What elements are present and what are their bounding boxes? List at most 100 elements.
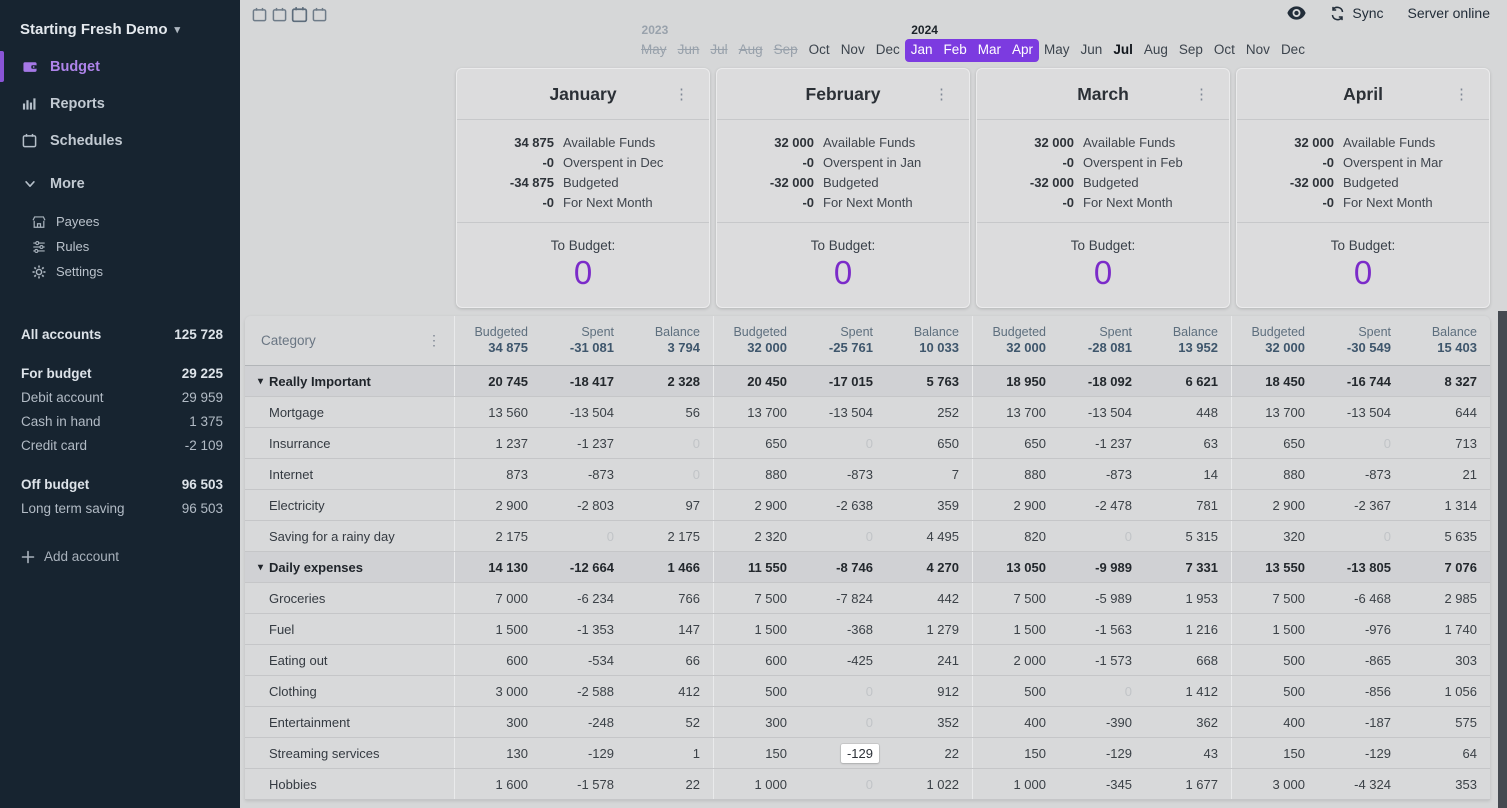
budget-cell[interactable]: -16 744: [1318, 366, 1404, 396]
budget-cell[interactable]: -368: [800, 614, 886, 644]
category-name[interactable]: Hobbies: [245, 769, 455, 799]
balance-header[interactable]: Balance13 952: [1145, 316, 1231, 365]
budget-cell[interactable]: 22: [627, 769, 713, 799]
budget-cell[interactable]: 7 500: [714, 583, 800, 613]
budget-cell[interactable]: -187: [1318, 707, 1404, 737]
budget-cell[interactable]: 0: [800, 769, 886, 799]
spent-header[interactable]: Spent-30 549: [1318, 316, 1404, 365]
budget-cell[interactable]: -856: [1318, 676, 1404, 706]
budgeted-header[interactable]: Budgeted32 000: [973, 316, 1059, 365]
budget-cell[interactable]: -18 092: [1059, 366, 1145, 396]
budget-cell[interactable]: 766: [627, 583, 713, 613]
budget-cell[interactable]: 7 076: [1404, 552, 1490, 582]
budget-cell[interactable]: 1 500: [455, 614, 541, 644]
budget-cell[interactable]: 64: [1404, 738, 1490, 768]
budget-cell[interactable]: 13 700: [973, 397, 1059, 427]
budget-cell[interactable]: -1 578: [541, 769, 627, 799]
budget-cell[interactable]: 7 500: [1232, 583, 1318, 613]
budget-cell[interactable]: 2 900: [714, 490, 800, 520]
budget-cell[interactable]: -1 237: [541, 428, 627, 458]
budget-cell[interactable]: 5 635: [1404, 521, 1490, 551]
budget-cell[interactable]: 43: [1145, 738, 1231, 768]
budget-cell[interactable]: 0: [800, 521, 886, 551]
budget-cell[interactable]: -1 573: [1059, 645, 1145, 675]
budget-cell[interactable]: -1 563: [1059, 614, 1145, 644]
budget-cell[interactable]: 56: [627, 397, 713, 427]
budget-cell[interactable]: 0: [1059, 676, 1145, 706]
month-nav-jun-1[interactable]: Jun: [672, 39, 705, 62]
month-nav-oct-5[interactable]: Oct: [803, 39, 835, 62]
budget-cell[interactable]: 0: [1059, 521, 1145, 551]
month-nav-sep-16[interactable]: Sep: [1173, 39, 1208, 62]
budget-cell[interactable]: 1 056: [1404, 676, 1490, 706]
account-row[interactable]: Credit card-2 109: [0, 433, 240, 457]
balance-header[interactable]: Balance10 033: [886, 316, 972, 365]
budget-cell[interactable]: -13 504: [800, 397, 886, 427]
budget-cell[interactable]: 1 412: [1145, 676, 1231, 706]
kebab-menu-icon[interactable]: ⋮: [934, 85, 949, 103]
budget-cell[interactable]: 1 953: [1145, 583, 1231, 613]
category-name[interactable]: Fuel: [245, 614, 455, 644]
sidebar-item-payees[interactable]: Payees: [0, 209, 240, 234]
add-account-button[interactable]: Add account: [0, 549, 240, 564]
budget-cell[interactable]: 0: [627, 459, 713, 489]
budget-cell[interactable]: 13 700: [1232, 397, 1318, 427]
to-budget-amount[interactable]: 0: [834, 256, 852, 289]
budget-cell[interactable]: 252: [886, 397, 972, 427]
account-group-header[interactable]: For budget29 225: [0, 361, 240, 385]
budget-cell[interactable]: 2 320: [714, 521, 800, 551]
budget-cell[interactable]: -2 588: [541, 676, 627, 706]
budget-cell[interactable]: -9 989: [1059, 552, 1145, 582]
budget-cell[interactable]: 500: [973, 676, 1059, 706]
budget-cell[interactable]: -2 638: [800, 490, 886, 520]
budget-cell[interactable]: 1 000: [714, 769, 800, 799]
kebab-menu-icon[interactable]: ⋮: [1454, 85, 1469, 103]
server-status-button[interactable]: Server online: [1408, 5, 1491, 21]
budget-cell[interactable]: -248: [541, 707, 627, 737]
budget-cell[interactable]: 150: [714, 738, 800, 768]
budget-cell[interactable]: 2 985: [1404, 583, 1490, 613]
budget-cell[interactable]: 20 450: [714, 366, 800, 396]
budget-cell[interactable]: 1 500: [1232, 614, 1318, 644]
month-nav-aug-15[interactable]: Aug: [1138, 39, 1173, 62]
budget-cell[interactable]: -13 805: [1318, 552, 1404, 582]
budget-cell[interactable]: 13 700: [714, 397, 800, 427]
budget-cell[interactable]: 2 900: [455, 490, 541, 520]
budget-cell[interactable]: 0: [541, 521, 627, 551]
budget-file-menu[interactable]: Starting Fresh Demo ▾: [0, 0, 240, 48]
sidebar-item-settings[interactable]: Settings: [0, 259, 240, 284]
budget-cell[interactable]: 600: [455, 645, 541, 675]
budget-cell[interactable]: 7 000: [455, 583, 541, 613]
budget-cell[interactable]: 500: [714, 676, 800, 706]
category-name[interactable]: Eating out: [245, 645, 455, 675]
budget-cell[interactable]: 781: [1145, 490, 1231, 520]
budget-cell[interactable]: 1 000: [973, 769, 1059, 799]
budget-cell[interactable]: 362: [1145, 707, 1231, 737]
budget-cell[interactable]: 500: [1232, 645, 1318, 675]
balance-header[interactable]: Balance3 794: [627, 316, 713, 365]
budget-cell[interactable]: -7 824: [800, 583, 886, 613]
budget-cell[interactable]: 1 466: [627, 552, 713, 582]
budget-cell[interactable]: -390: [1059, 707, 1145, 737]
budget-cell[interactable]: 2 328: [627, 366, 713, 396]
month-nav-may-12[interactable]: May: [1039, 39, 1076, 62]
sidebar-item-more[interactable]: More: [0, 165, 240, 202]
to-budget-amount[interactable]: 0: [1094, 256, 1112, 289]
budget-cell[interactable]: 4 495: [886, 521, 972, 551]
budget-cell[interactable]: 650: [1232, 428, 1318, 458]
budget-cell[interactable]: 7: [886, 459, 972, 489]
category-name[interactable]: Streaming services: [245, 738, 455, 768]
budget-cell[interactable]: 7 500: [973, 583, 1059, 613]
budget-cell[interactable]: 1 279: [886, 614, 972, 644]
budget-cell[interactable]: 873: [455, 459, 541, 489]
budget-cell[interactable]: -12 664: [541, 552, 627, 582]
spent-header[interactable]: Spent-28 081: [1059, 316, 1145, 365]
budget-cell[interactable]: 400: [973, 707, 1059, 737]
budget-cell[interactable]: 300: [455, 707, 541, 737]
kebab-menu-icon[interactable]: ⋮: [674, 85, 689, 103]
month-nav-jul-14[interactable]: Jul: [1108, 39, 1139, 62]
budget-cell[interactable]: -4 324: [1318, 769, 1404, 799]
budget-cell[interactable]: 668: [1145, 645, 1231, 675]
budget-cell[interactable]: 0: [800, 707, 886, 737]
budget-cell[interactable]: 500: [1232, 676, 1318, 706]
